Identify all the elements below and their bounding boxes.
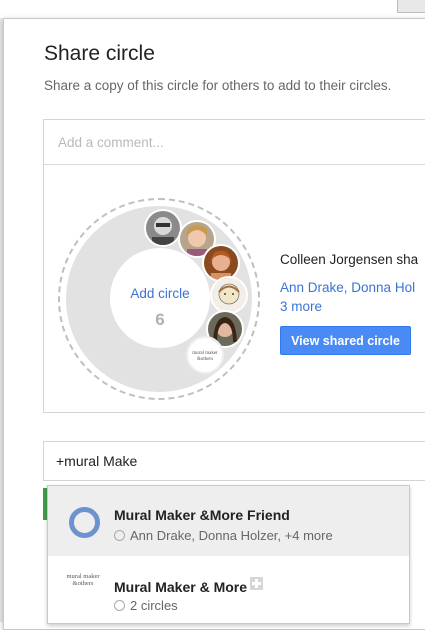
view-shared-circle-button[interactable]: View shared circle bbox=[280, 326, 411, 355]
dropdown-item-page[interactable]: mural maker &others Mural Maker & More 2… bbox=[48, 556, 409, 626]
circle-preview: mural maker &others Add circle 6 bbox=[58, 198, 260, 400]
dropdown-item-subtitle: 2 circles bbox=[114, 598, 178, 613]
circle-center: Add circle 6 bbox=[110, 248, 210, 348]
recipient-input[interactable]: +mural Make bbox=[43, 441, 425, 481]
avatar-6-logo-text: mural maker bbox=[192, 351, 218, 356]
top-strip bbox=[0, 0, 425, 18]
dropdown-item-subtitle-text: 2 circles bbox=[130, 598, 178, 613]
page-logo-text: mural maker &others bbox=[66, 573, 100, 587]
google-plus-page-icon bbox=[250, 577, 264, 590]
small-circle-icon bbox=[114, 600, 125, 611]
dropdown-item-circle[interactable]: Mural Maker &More Friend Ann Drake, Donn… bbox=[48, 486, 409, 556]
dialog-subtitle: Share a copy of this circle for others t… bbox=[44, 78, 392, 93]
avatar-1[interactable] bbox=[144, 209, 182, 247]
dropdown-item-subtitle-text: Ann Drake, Donna Holzer, +4 more bbox=[130, 528, 333, 543]
small-circle-icon bbox=[114, 530, 125, 541]
dropdown-item-subtitle: Ann Drake, Donna Holzer, +4 more bbox=[114, 528, 333, 543]
sharer-text: Colleen Jorgensen sha bbox=[280, 252, 419, 267]
dropdown-item-title: Mural Maker &More Friend bbox=[114, 507, 290, 523]
circle-icon bbox=[69, 507, 100, 538]
dropdown-item-title-text: Mural Maker & More bbox=[114, 579, 248, 595]
autocomplete-dropdown: Mural Maker &More Friend Ann Drake, Donn… bbox=[47, 485, 410, 624]
avatar-6[interactable]: mural maker &others bbox=[186, 336, 224, 374]
avatar-4[interactable] bbox=[210, 276, 248, 314]
dropdown-item-title: Mural Maker & More bbox=[114, 577, 264, 595]
share-box: mural maker &others Add circle 6 Colleen… bbox=[43, 119, 425, 413]
add-circle-link[interactable]: Add circle bbox=[110, 286, 210, 301]
top-right-button[interactable] bbox=[397, 0, 425, 13]
circle-member-count: 6 bbox=[155, 310, 165, 329]
comment-input[interactable] bbox=[44, 120, 425, 165]
page-logo: mural maker &others bbox=[61, 573, 105, 603]
more-members-link[interactable]: 3 more bbox=[280, 299, 322, 314]
member-names-link[interactable]: Ann Drake, Donna Hol bbox=[280, 280, 415, 295]
avatar-6-logo-text-2: &others bbox=[197, 357, 213, 362]
dialog-title: Share circle bbox=[44, 42, 155, 65]
